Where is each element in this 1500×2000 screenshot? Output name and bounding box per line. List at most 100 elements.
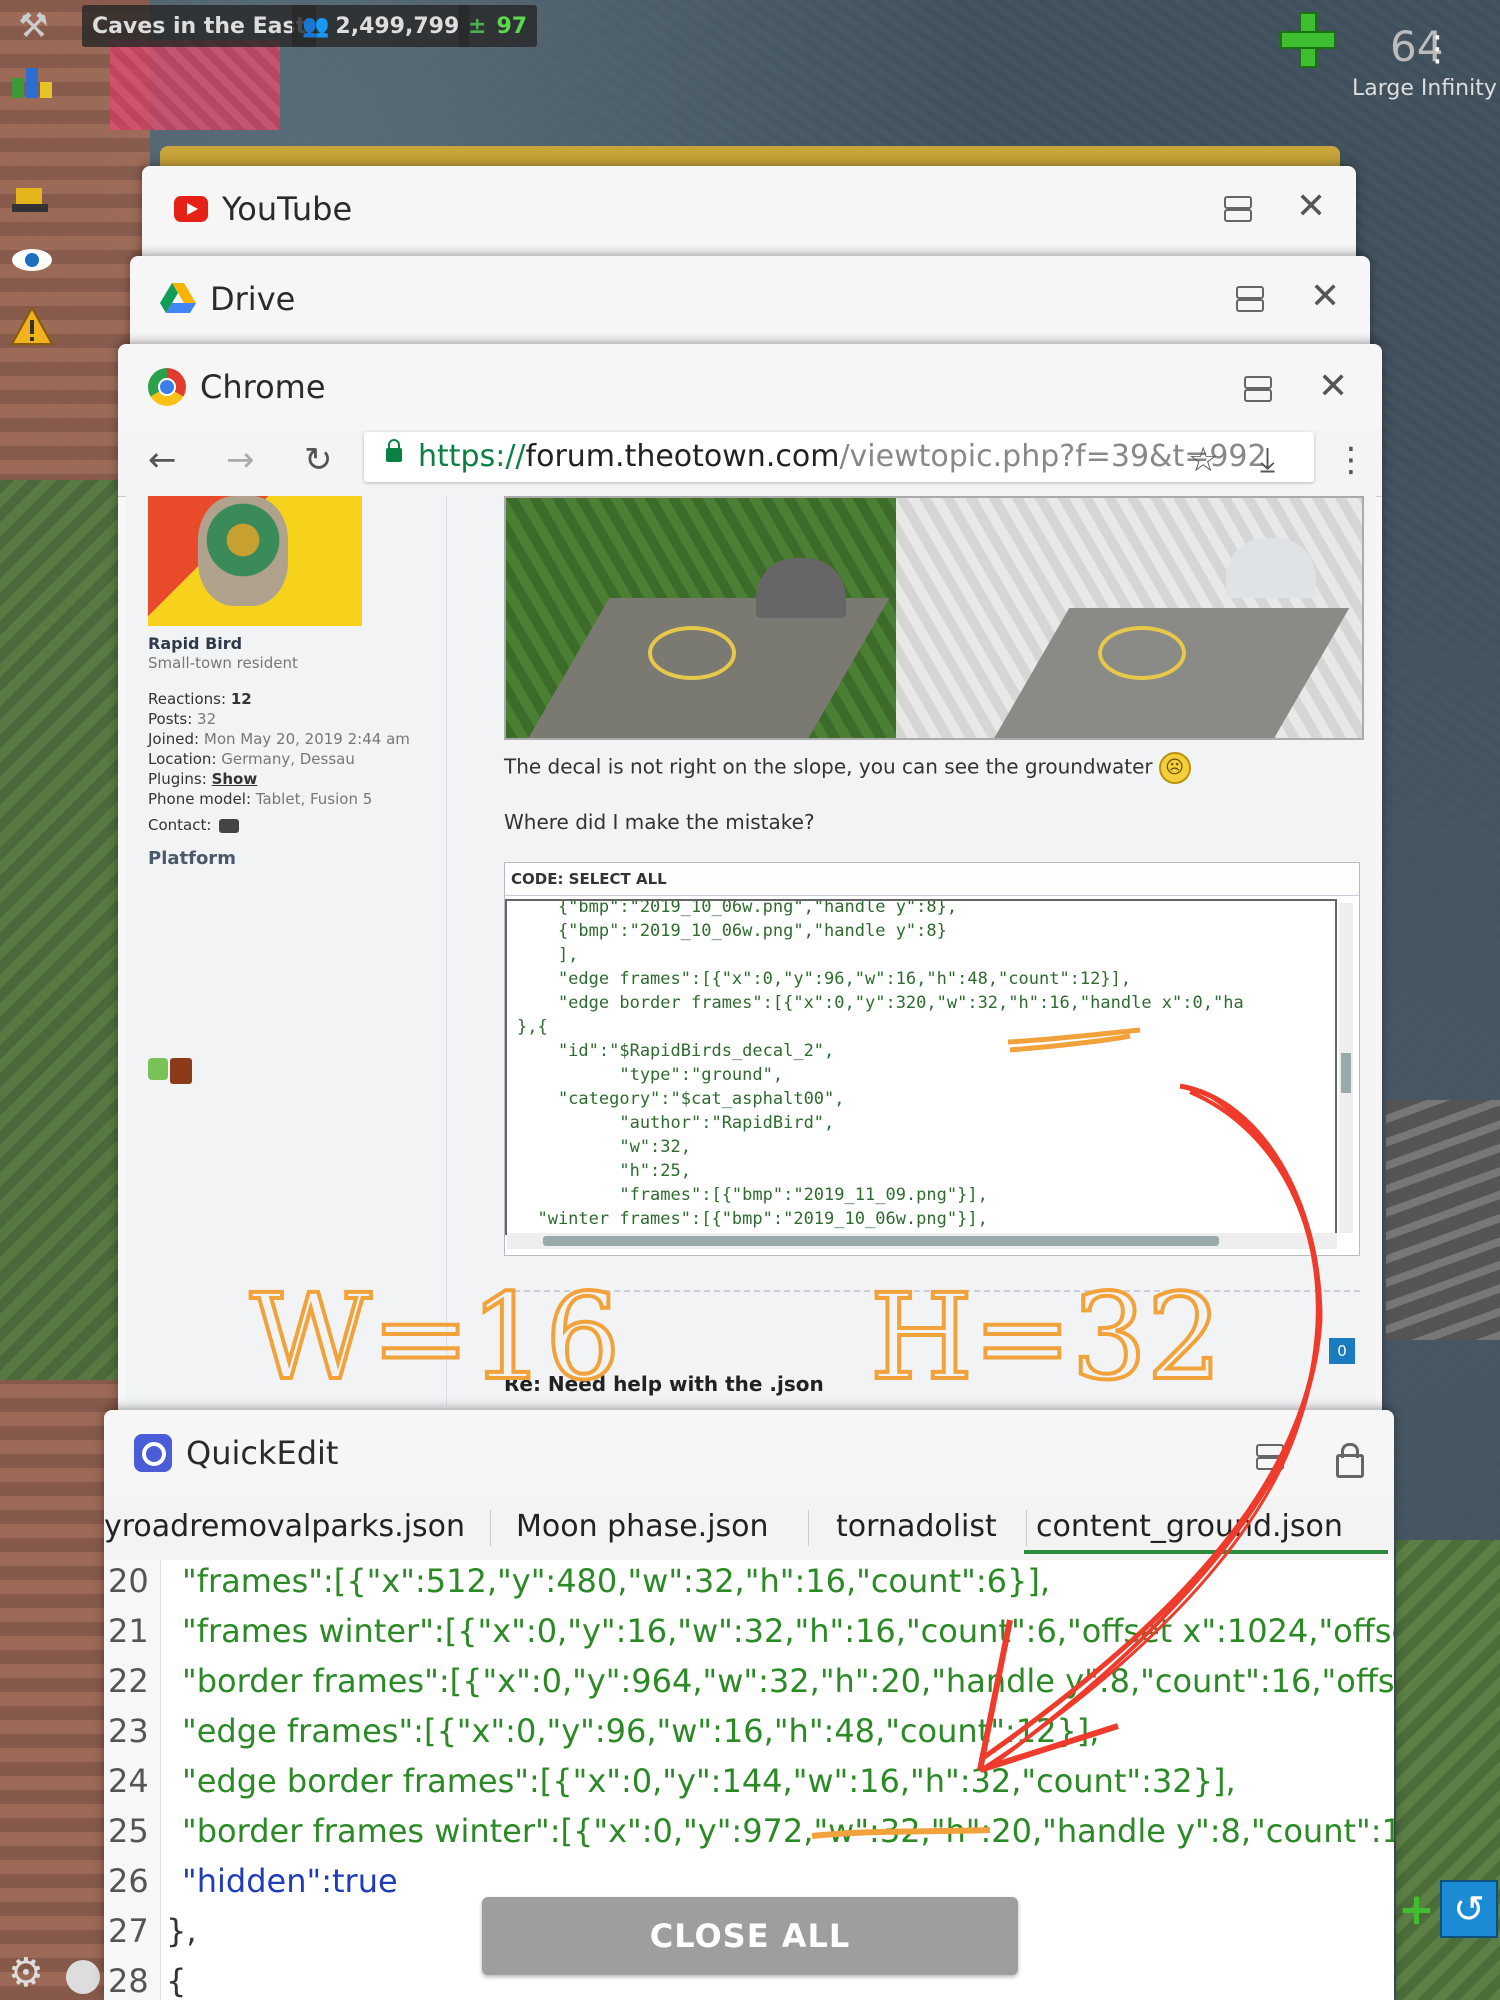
profile-column: Rapid Bird Small-town resident Reactions… — [126, 496, 447, 1406]
count-badge[interactable]: 0 — [1329, 1338, 1355, 1364]
code-body[interactable]: {"bmp":"2019_10_06w.png","handle y":8}, … — [505, 899, 1337, 1235]
quickedit-tab-bar: yroadremovalparks.json Moon phase.json t… — [104, 1496, 1394, 1561]
menu-dots-icon[interactable]: ⋮ — [1334, 440, 1368, 480]
code-line: "w":32, — [517, 1137, 691, 1157]
url-scheme: https:// — [418, 439, 526, 474]
lock-icon[interactable] — [1336, 1443, 1364, 1478]
line-number: 23 — [108, 1712, 149, 1750]
warning-icon[interactable] — [10, 305, 54, 346]
code-line: "edge border frames":[{"x":0,"y":320,"w"… — [517, 993, 1244, 1013]
add-plus-icon[interactable] — [1280, 12, 1336, 68]
code-line: "border frames winter":[{"x":0,"y":972,"… — [182, 1812, 1394, 1850]
code-header[interactable]: CODE: SELECT ALL — [505, 863, 1359, 896]
gear-icon[interactable]: ⚙ — [8, 1950, 44, 1996]
split-screen-icon[interactable] — [1224, 196, 1252, 222]
code-line: "border frames":[{"x":0,"y":964,"w":32,"… — [182, 1662, 1394, 1700]
code-line: "category":"$cat_asphalt00", — [517, 1089, 845, 1109]
line-number: 25 — [108, 1812, 149, 1850]
post-separator — [504, 1290, 1360, 1292]
forward-arrow-icon[interactable]: → — [226, 440, 255, 480]
profile-name[interactable]: Rapid Bird — [148, 634, 242, 653]
quickedit-card-header[interactable]: QuickEdit — [104, 1410, 1394, 1496]
location-value: Germany, Dessau — [221, 750, 355, 768]
avatar[interactable] — [148, 496, 362, 626]
download-icon[interactable]: ⤓ — [1260, 440, 1275, 480]
code-line: "edge border frames":[{"x":0,"y":144,"w"… — [182, 1762, 1236, 1800]
location-label: Location: — [148, 750, 217, 768]
reactions-label: Reactions: — [148, 690, 227, 708]
code-line: "frames":[{"x":512,"y":480,"w":32,"h":16… — [182, 1562, 1050, 1600]
line-number: 21 — [108, 1612, 149, 1650]
population-box[interactable]: 👥 2,499,799 — [292, 5, 470, 47]
people-icon: 👥 — [302, 13, 330, 39]
split-screen-icon[interactable] — [1256, 1444, 1284, 1470]
line-number: 28 — [108, 1962, 149, 2000]
reactions-value: 12 — [230, 690, 252, 708]
quickedit-title: QuickEdit — [186, 1434, 339, 1472]
youtube-card-header[interactable]: YouTube ✕ — [142, 166, 1356, 252]
forum-page: Rapid Bird Small-town resident Reactions… — [126, 496, 1376, 1406]
eye-icon[interactable] — [10, 240, 54, 280]
helipad-ring-left — [648, 626, 736, 680]
tab-content-ground[interactable]: content_ground.json — [1024, 1504, 1388, 1554]
drive-card-header[interactable]: Drive ✕ — [130, 256, 1370, 342]
more-vert-icon[interactable]: · · · — [1432, 21, 1443, 79]
chrome-title: Chrome — [200, 368, 326, 406]
posts-label: Posts: — [148, 710, 193, 728]
star-icon[interactable]: ☆ — [1188, 440, 1218, 480]
close-icon[interactable]: ✕ — [1296, 189, 1326, 225]
money-value: 97 — [496, 13, 528, 39]
split-screen-icon[interactable] — [1236, 286, 1264, 312]
sad-face-icon: ☹ — [1158, 752, 1191, 784]
youtube-title: YouTube — [222, 190, 353, 228]
undo-icon[interactable]: ↺ — [1440, 1880, 1498, 1938]
comment-icon[interactable] — [219, 818, 240, 833]
posts-value: 32 — [197, 710, 217, 728]
close-all-button[interactable]: CLOSE ALL — [482, 1897, 1018, 1975]
tab-separator — [490, 1510, 491, 1546]
android-icon — [148, 1052, 194, 1086]
post-image[interactable] — [504, 496, 1364, 740]
money-box[interactable]: ± 97 — [458, 5, 538, 47]
phone-value: Tablet, Fusion 5 — [255, 790, 373, 808]
code-vertical-scrollbar[interactable] — [1339, 903, 1353, 1233]
tab-yroadremovalparks[interactable]: yroadremovalparks.json — [104, 1504, 465, 1550]
chrome-card-header[interactable]: Chrome ✕ — [118, 344, 1382, 430]
profile-phone: Phone model: Tablet, Fusion 5 — [148, 790, 372, 808]
clock-icon[interactable] — [66, 1960, 100, 1994]
reply-title[interactable]: Re: Need help with the .json — [504, 1372, 824, 1396]
helipad-ring-right — [1098, 626, 1186, 680]
browser-toolbar: ← → ↻ https://forum.theotown.com/viewtop… — [118, 430, 1382, 497]
reload-icon[interactable]: ↻ — [304, 440, 333, 480]
split-screen-icon[interactable] — [1244, 376, 1272, 402]
code-block: CODE: SELECT ALL {"bmp":"2019_10_06w.png… — [504, 862, 1360, 1256]
city-name-box[interactable]: Caves in the East — [82, 5, 317, 47]
line-number: 26 — [108, 1862, 149, 1900]
back-arrow-icon[interactable]: ← — [148, 440, 177, 480]
code-line: { — [166, 1962, 187, 2000]
code-horizontal-scrollbar[interactable] — [507, 1233, 1337, 1249]
youtube-logo-icon — [174, 196, 208, 222]
url-host: forum.theotown.com — [525, 439, 840, 474]
city-name: Caves in the East — [92, 13, 307, 39]
joined-value: Mon May 20, 2019 2:44 am — [203, 730, 410, 748]
lock-icon — [386, 439, 402, 462]
bar-chart-icon[interactable] — [10, 60, 54, 100]
plugins-show-link[interactable]: Show — [212, 770, 258, 788]
post-text-2: Where did I make the mistake? — [504, 810, 815, 834]
close-icon[interactable]: ✕ — [1318, 369, 1348, 405]
profile-posts: Posts: 32 — [148, 710, 216, 728]
chrome-card[interactable]: Chrome ✕ ← → ↻ https://forum.theotown.co… — [118, 344, 1382, 1424]
code-line: {"bmp":"2019_10_06w.png","handle y":8} — [517, 921, 947, 941]
bulldozer-icon[interactable] — [10, 176, 54, 216]
contact-label: Contact: — [148, 816, 212, 834]
close-icon[interactable]: ✕ — [1310, 279, 1340, 315]
profile-plugins: Plugins: Show — [148, 770, 257, 788]
post-text-1: The decal is not right on the slope, you… — [504, 752, 1191, 784]
code-line: "frames winter":[{"x":0,"y":16,"w":32,"h… — [182, 1612, 1394, 1650]
tab-tornadolist[interactable]: tornadolist — [836, 1504, 997, 1550]
plus-icon-small[interactable]: + — [1398, 1884, 1435, 1935]
hammer-icon[interactable]: ⚒ — [18, 6, 64, 46]
url-bar[interactable]: https://forum.theotown.com/viewtopic.php… — [364, 432, 1314, 482]
tab-moon-phase[interactable]: Moon phase.json — [516, 1504, 769, 1550]
